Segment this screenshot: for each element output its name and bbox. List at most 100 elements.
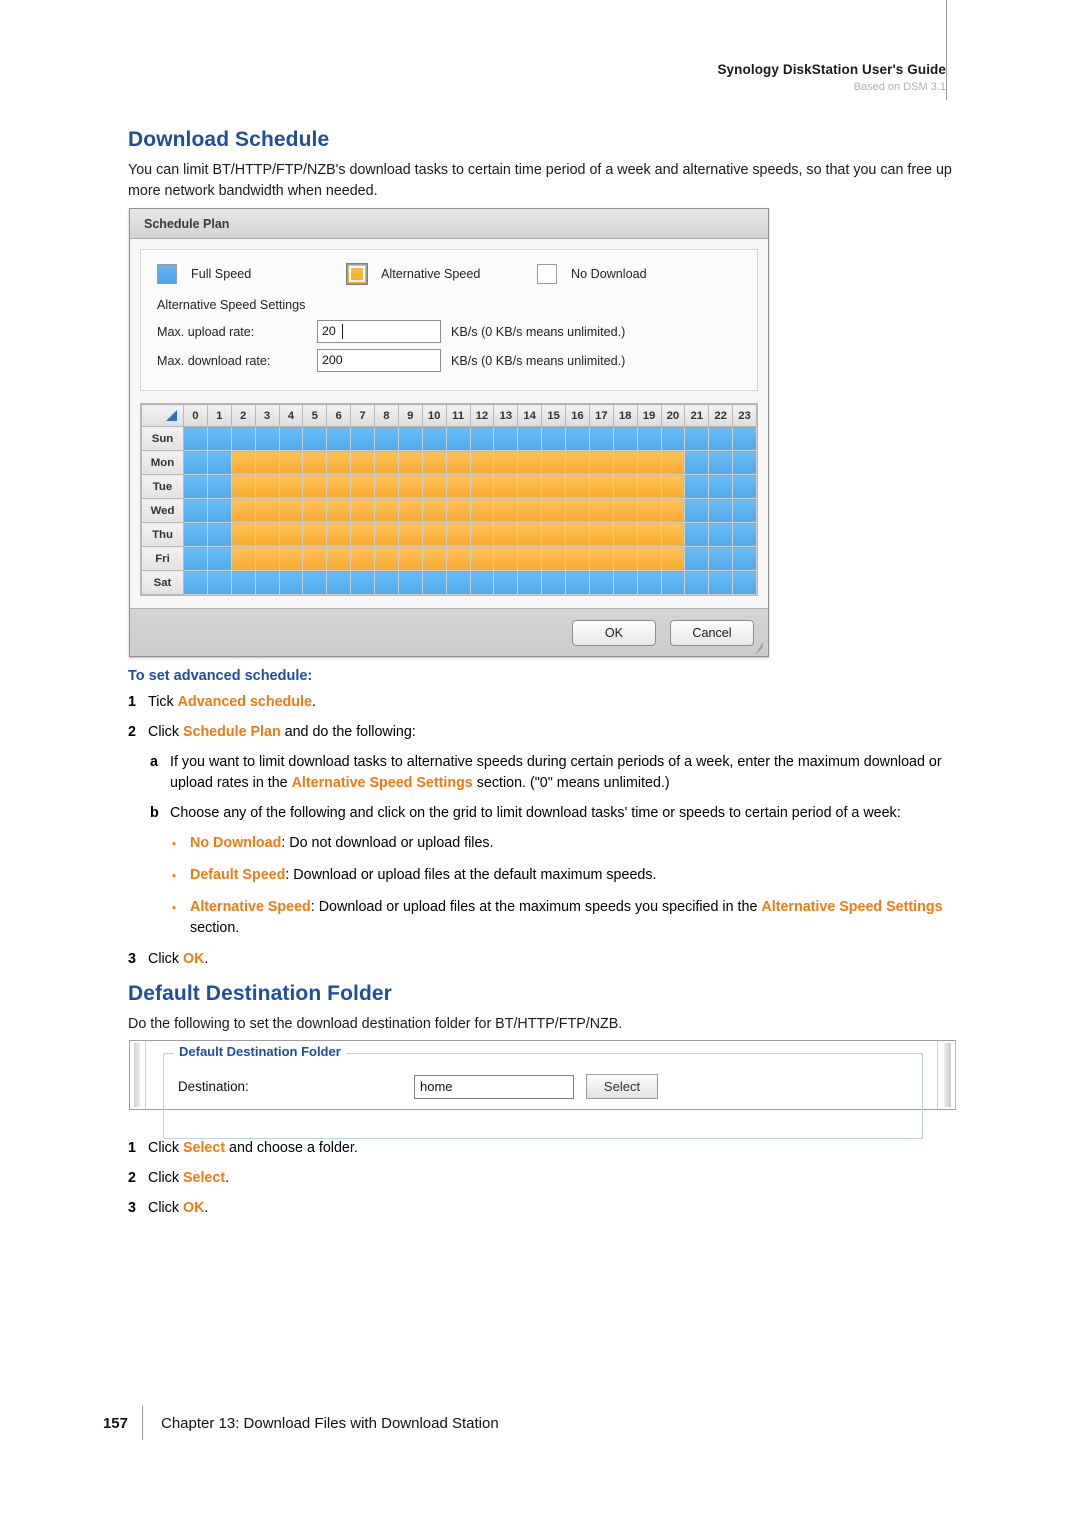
schedule-cell-sun-5[interactable] — [302, 426, 328, 451]
schedule-cell-sat-20[interactable] — [660, 570, 686, 595]
schedule-cell-sat-14[interactable] — [517, 570, 543, 595]
schedule-cell-mon-17[interactable] — [588, 450, 614, 475]
schedule-cell-wed-13[interactable] — [493, 498, 519, 523]
schedule-cell-wed-16[interactable] — [565, 498, 590, 523]
schedule-cell-sat-0[interactable] — [183, 570, 208, 595]
schedule-cell-sun-10[interactable] — [421, 426, 447, 451]
schedule-cell-tue-11[interactable] — [445, 474, 471, 499]
schedule-cell-tue-14[interactable] — [517, 474, 543, 499]
schedule-cell-fri-7[interactable] — [350, 546, 375, 571]
schedule-cell-wed-10[interactable] — [421, 498, 447, 523]
schedule-cell-mon-0[interactable] — [183, 450, 208, 475]
schedule-cell-sat-12[interactable] — [469, 570, 495, 595]
schedule-cell-sat-2[interactable] — [230, 570, 256, 595]
schedule-cell-sun-17[interactable] — [588, 426, 614, 451]
schedule-cell-sat-22[interactable] — [708, 570, 734, 595]
no-download-swatch-icon[interactable] — [537, 264, 557, 284]
schedule-cell-wed-3[interactable] — [254, 498, 280, 523]
schedule-cell-sun-8[interactable] — [374, 426, 399, 451]
schedule-cell-tue-2[interactable] — [230, 474, 256, 499]
schedule-cell-tue-7[interactable] — [350, 474, 375, 499]
schedule-cell-sun-7[interactable] — [350, 426, 375, 451]
schedule-cell-sat-8[interactable] — [374, 570, 399, 595]
schedule-cell-thu-16[interactable] — [565, 522, 590, 547]
schedule-cell-fri-21[interactable] — [684, 546, 710, 571]
schedule-cell-wed-23[interactable] — [732, 498, 757, 523]
hour-header-18[interactable]: 18 — [612, 404, 638, 427]
schedule-cell-mon-11[interactable] — [445, 450, 471, 475]
schedule-cell-fri-5[interactable] — [302, 546, 328, 571]
day-label-thu[interactable]: Thu — [141, 522, 184, 547]
schedule-cell-thu-12[interactable] — [469, 522, 495, 547]
schedule-cell-tue-19[interactable] — [636, 474, 662, 499]
schedule-cell-sun-15[interactable] — [541, 426, 566, 451]
schedule-cell-sun-0[interactable] — [183, 426, 208, 451]
schedule-cell-wed-7[interactable] — [350, 498, 375, 523]
schedule-cell-wed-6[interactable] — [326, 498, 352, 523]
schedule-cell-wed-18[interactable] — [612, 498, 638, 523]
hour-header-8[interactable]: 8 — [374, 404, 399, 427]
schedule-cell-tue-12[interactable] — [469, 474, 495, 499]
schedule-cell-sat-23[interactable] — [732, 570, 757, 595]
schedule-cell-sat-10[interactable] — [421, 570, 447, 595]
legend-no-download[interactable]: No Download — [537, 264, 647, 284]
schedule-cell-sun-16[interactable] — [565, 426, 590, 451]
hour-header-9[interactable]: 9 — [397, 404, 423, 427]
schedule-cell-sat-19[interactable] — [636, 570, 662, 595]
schedule-cell-mon-12[interactable] — [469, 450, 495, 475]
hour-header-7[interactable]: 7 — [350, 404, 375, 427]
hour-header-13[interactable]: 13 — [493, 404, 519, 427]
schedule-cell-sun-23[interactable] — [732, 426, 757, 451]
schedule-cell-sun-14[interactable] — [517, 426, 543, 451]
hour-header-21[interactable]: 21 — [684, 404, 710, 427]
day-label-sat[interactable]: Sat — [141, 570, 184, 595]
schedule-cell-thu-7[interactable] — [350, 522, 375, 547]
hour-header-20[interactable]: 20 — [660, 404, 686, 427]
schedule-cell-sat-16[interactable] — [565, 570, 590, 595]
schedule-cell-sun-12[interactable] — [469, 426, 495, 451]
schedule-cell-wed-0[interactable] — [183, 498, 208, 523]
cancel-button[interactable]: Cancel — [670, 619, 754, 646]
schedule-cell-tue-1[interactable] — [206, 474, 232, 499]
schedule-cell-sun-6[interactable] — [326, 426, 352, 451]
schedule-cell-thu-11[interactable] — [445, 522, 471, 547]
schedule-cell-sat-6[interactable] — [326, 570, 352, 595]
schedule-cell-mon-8[interactable] — [374, 450, 399, 475]
schedule-cell-fri-23[interactable] — [732, 546, 757, 571]
schedule-cell-thu-18[interactable] — [612, 522, 638, 547]
schedule-cell-tue-21[interactable] — [684, 474, 710, 499]
hour-header-16[interactable]: 16 — [565, 404, 590, 427]
schedule-cell-wed-19[interactable] — [636, 498, 662, 523]
schedule-cell-thu-1[interactable] — [206, 522, 232, 547]
day-label-mon[interactable]: Mon — [141, 450, 184, 475]
schedule-cell-sun-9[interactable] — [397, 426, 423, 451]
schedule-cell-sat-13[interactable] — [493, 570, 519, 595]
schedule-cell-tue-15[interactable] — [541, 474, 566, 499]
schedule-cell-thu-10[interactable] — [421, 522, 447, 547]
hour-header-19[interactable]: 19 — [636, 404, 662, 427]
schedule-cell-fri-0[interactable] — [183, 546, 208, 571]
schedule-cell-wed-1[interactable] — [206, 498, 232, 523]
hour-header-17[interactable]: 17 — [588, 404, 614, 427]
schedule-cell-thu-17[interactable] — [588, 522, 614, 547]
schedule-cell-wed-21[interactable] — [684, 498, 710, 523]
schedule-cell-wed-2[interactable] — [230, 498, 256, 523]
hour-header-22[interactable]: 22 — [708, 404, 734, 427]
schedule-cell-sat-9[interactable] — [397, 570, 423, 595]
scrollbar-left[interactable] — [134, 1043, 140, 1107]
schedule-cell-sat-1[interactable] — [206, 570, 232, 595]
schedule-cell-wed-4[interactable] — [278, 498, 304, 523]
schedule-cell-tue-8[interactable] — [374, 474, 399, 499]
schedule-cell-tue-17[interactable] — [588, 474, 614, 499]
hour-header-1[interactable]: 1 — [206, 404, 232, 427]
schedule-cell-fri-3[interactable] — [254, 546, 280, 571]
schedule-cell-wed-8[interactable] — [374, 498, 399, 523]
hour-header-3[interactable]: 3 — [254, 404, 280, 427]
schedule-cell-fri-11[interactable] — [445, 546, 471, 571]
schedule-cell-thu-15[interactable] — [541, 522, 566, 547]
schedule-cell-mon-18[interactable] — [612, 450, 638, 475]
schedule-cell-sat-4[interactable] — [278, 570, 304, 595]
schedule-cell-thu-23[interactable] — [732, 522, 757, 547]
schedule-cell-sat-15[interactable] — [541, 570, 566, 595]
schedule-cell-tue-3[interactable] — [254, 474, 280, 499]
